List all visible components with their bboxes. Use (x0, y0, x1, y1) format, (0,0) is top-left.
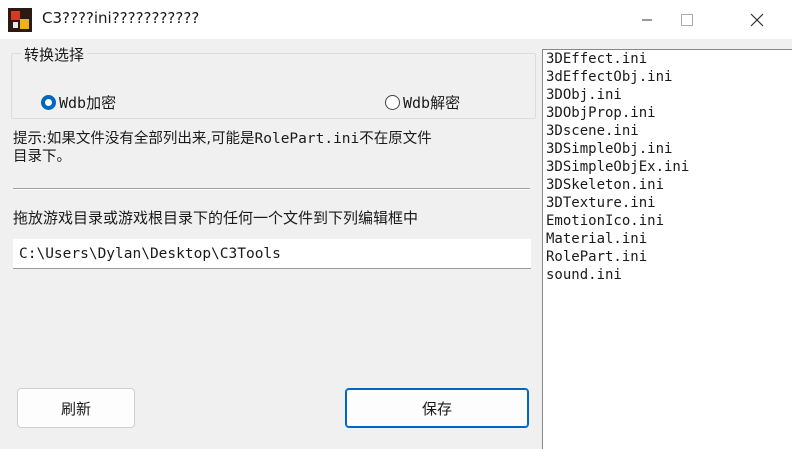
list-item[interactable]: Material.ini (543, 230, 792, 248)
separator (13, 188, 530, 190)
hint-line1: 提示:如果文件没有全部列出来,可能是 (13, 131, 255, 147)
radio-decrypt-circle[interactable] (385, 95, 400, 110)
list-item[interactable]: 3DSkeleton.ini (543, 176, 792, 194)
close-icon (750, 13, 764, 26)
maximize-icon (681, 13, 693, 26)
radio-decrypt-label: 解密 (430, 94, 461, 112)
app-icon[interactable] (8, 8, 32, 32)
window-title: C3????ini??????????? (42, 9, 200, 27)
window-client: 转换选择 Wdb 加密 Wdb 解密 提示:如果文件没有全部列出来,可能是RoleP… (0, 39, 792, 449)
radio-encrypt-prefix: Wdb (59, 93, 87, 112)
list-item[interactable]: 3DEffect.ini (543, 50, 792, 68)
file-listbox[interactable]: 3DEffect.ini 3dEffectObj.ini 3DObj.ini 3… (542, 49, 792, 449)
maximize-button[interactable] (658, 0, 716, 39)
list-item[interactable]: 3Dscene.ini (543, 122, 792, 140)
radio-encrypt-circle[interactable] (41, 95, 56, 110)
list-item[interactable]: 3DObjProp.ini (543, 104, 792, 122)
radio-decrypt[interactable]: Wdb 解密 (385, 92, 460, 113)
mode-group-legend: 转换选择 (21, 44, 88, 65)
close-button[interactable] (728, 0, 786, 39)
radio-encrypt-label: 加密 (86, 94, 117, 112)
title-bar[interactable]: C3????ini??????????? (0, 0, 792, 39)
list-item[interactable]: RolePart.ini (543, 248, 792, 266)
hint-rolepart: RolePart.ini (254, 131, 360, 147)
drop-label: 拖放游戏目录或游戏根目录下的任何一个文件到下列编辑框中 (13, 209, 419, 227)
list-item[interactable]: 3DSimpleObj.ini (543, 140, 792, 158)
mode-group: 转换选择 Wdb 加密 Wdb 解密 (11, 44, 536, 119)
refresh-button[interactable]: 刷新 (17, 388, 135, 428)
list-item[interactable]: 3dEffectObj.ini (543, 68, 792, 86)
path-input[interactable]: C:\Users\Dylan\Desktop\C3Tools (13, 239, 531, 269)
hint-text: 提示:如果文件没有全部列出来,可能是RolePart.ini不在原文件 目录下。 (13, 130, 528, 166)
radio-encrypt[interactable]: Wdb 加密 (41, 92, 116, 113)
list-item[interactable]: 3DObj.ini (543, 86, 792, 104)
list-item[interactable]: sound.ini (543, 266, 792, 284)
list-item[interactable]: 3DSimpleObjEx.ini (543, 158, 792, 176)
hint-line1-end: 不在原文件 (359, 131, 432, 147)
minimize-icon (642, 19, 652, 20)
save-button[interactable]: 保存 (345, 388, 529, 428)
list-item[interactable]: EmotionIco.ini (543, 212, 792, 230)
radio-decrypt-prefix: Wdb (403, 93, 431, 112)
hint-line2: 目录下。 (13, 149, 71, 165)
list-item[interactable]: 3DTexture.ini (543, 194, 792, 212)
